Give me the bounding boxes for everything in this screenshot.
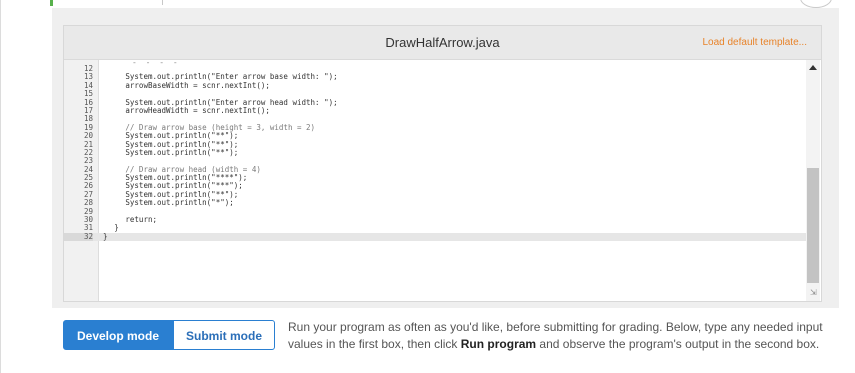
- code-line[interactable]: 22 System.out.println("**");: [64, 147, 806, 157]
- code-area[interactable]: - - - - 12 13 System.out.println("Enter ar…: [64, 58, 821, 301]
- status-indicator: [50, 0, 53, 6]
- code-text: return;: [125, 215, 157, 225]
- submit-mode-button[interactable]: Submit mode: [173, 320, 275, 350]
- vertical-scrollbar[interactable]: ⇲: [806, 60, 820, 301]
- code-line[interactable]: 14 arrowBaseWidth = scnr.nextInt();: [64, 80, 806, 90]
- scroll-up-icon[interactable]: [809, 65, 817, 70]
- code-text: arrowBaseWidth = scnr.nextInt();: [125, 80, 270, 90]
- code-text: }: [103, 231, 108, 241]
- code-line[interactable]: 17 arrowHeadWidth = scnr.nextInt();: [64, 105, 806, 115]
- mode-toggle: Develop mode Submit mode: [63, 320, 275, 350]
- top-strip: [50, 0, 840, 8]
- code-line[interactable]: 32}: [64, 231, 806, 242]
- editor-header: DrawHalfArrow.java Load default template…: [64, 26, 821, 60]
- code-lines[interactable]: 12 13 System.out.println("Enter arrow base…: [64, 64, 806, 242]
- code-text: }: [114, 223, 119, 233]
- code-editor: DrawHalfArrow.java Load default template…: [63, 25, 822, 302]
- scrollbar-thumb[interactable]: [807, 168, 819, 283]
- code-line[interactable]: 30 return;: [64, 215, 806, 225]
- load-default-template-link[interactable]: Load default template...: [702, 37, 807, 48]
- code-line[interactable]: 29: [64, 207, 806, 216]
- code-text: arrowHeadWidth = scnr.nextInt();: [125, 105, 270, 115]
- run-program-emphasis: Run program: [460, 337, 537, 351]
- page-left-border: [0, 0, 1, 373]
- code-line[interactable]: 31}: [64, 223, 806, 233]
- divider: [162, 0, 163, 5]
- code-text: System.out.println("*");: [125, 198, 234, 208]
- resize-grip-icon[interactable]: ⇲: [810, 288, 817, 297]
- code-line[interactable]: 28 System.out.println("*");: [64, 198, 806, 208]
- instructions-text: Run your program as often as you'd like,…: [288, 319, 828, 353]
- line-number: 32: [64, 232, 93, 242]
- code-text: System.out.println("**");: [125, 147, 239, 157]
- instructions-part2: and observe the program's output in the …: [536, 337, 820, 351]
- develop-mode-button[interactable]: Develop mode: [63, 320, 173, 350]
- collapse-control[interactable]: [800, 0, 832, 8]
